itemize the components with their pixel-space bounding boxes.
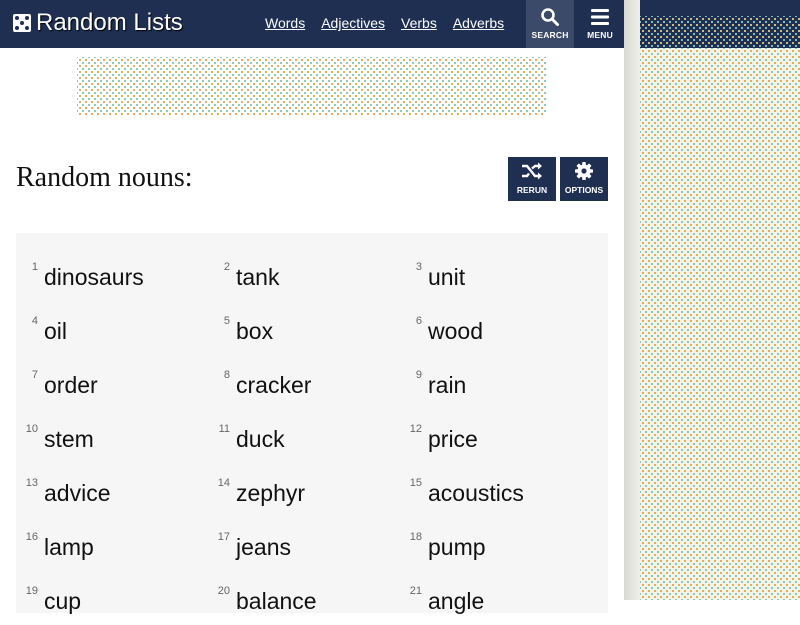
item-word: acoustics xyxy=(428,480,524,506)
item-word: balance xyxy=(236,588,317,614)
item-number: 5 xyxy=(223,315,230,327)
item-number: 1 xyxy=(31,261,38,273)
item-number: 18 xyxy=(409,531,422,543)
options-label: OPTIONS xyxy=(564,185,604,195)
item-word: oil xyxy=(44,318,68,344)
top-bar: Random Lists Words Adjectives Verbs Adve… xyxy=(0,0,624,48)
site-logo[interactable]: Random Lists xyxy=(13,9,183,37)
item-word: unit xyxy=(428,264,466,290)
item-number: 3 xyxy=(415,261,422,273)
rerun-button[interactable]: RERUN xyxy=(508,157,556,201)
side-ad-pattern xyxy=(640,48,800,600)
nav-adjectives-link[interactable]: Adjectives xyxy=(321,15,385,31)
item-number: 14 xyxy=(217,477,230,489)
item-word: stem xyxy=(44,426,94,452)
top-ad-banner[interactable] xyxy=(77,57,546,116)
dice-icon xyxy=(13,14,31,32)
nouns-list: 1 dinosaurs 2 tank 3 unit 4 oil 5 box 6 wood 7 order 8… xyxy=(16,233,608,614)
item-number: 4 xyxy=(31,315,38,327)
item-word: rain xyxy=(428,372,467,398)
options-button[interactable]: OPTIONS xyxy=(560,157,608,201)
item-word: wood xyxy=(428,318,483,344)
item-number: 2 xyxy=(223,261,230,273)
item-word: advice xyxy=(44,480,111,506)
item-word: price xyxy=(428,426,478,452)
item-word: box xyxy=(236,318,274,344)
menu-icon xyxy=(591,9,609,25)
sidebar-divider xyxy=(624,0,640,600)
item-number: 20 xyxy=(217,585,230,597)
menu-label: MENU xyxy=(587,30,613,40)
item-word: pump xyxy=(428,534,486,560)
item-number: 13 xyxy=(25,477,38,489)
side-ad[interactable] xyxy=(640,0,800,600)
item-word: order xyxy=(44,372,98,398)
item-word: cup xyxy=(44,588,82,614)
item-number: 21 xyxy=(409,585,422,597)
item-word: zephyr xyxy=(236,480,306,506)
page-title: Random nouns: xyxy=(16,162,193,193)
item-word: dinosaurs xyxy=(44,264,144,290)
item-number: 6 xyxy=(415,315,422,327)
nav-verbs-link[interactable]: Verbs xyxy=(401,15,437,31)
nav-words-link[interactable]: Words xyxy=(265,15,305,31)
main-nav: Words Adjectives Verbs Adverbs xyxy=(265,15,520,31)
item-number: 8 xyxy=(223,369,230,381)
item-word: tank xyxy=(236,264,280,290)
shuffle-icon xyxy=(522,162,542,180)
item-word: cracker xyxy=(236,372,312,398)
item-number: 9 xyxy=(415,369,422,381)
search-label: SEARCH xyxy=(531,30,569,40)
search-button[interactable]: SEARCH xyxy=(526,0,574,48)
item-word: lamp xyxy=(44,534,94,560)
rerun-label: RERUN xyxy=(516,185,548,195)
item-number: 10 xyxy=(25,423,38,435)
item-word: angle xyxy=(428,588,485,614)
item-number: 17 xyxy=(217,531,230,543)
menu-button[interactable]: MENU xyxy=(576,0,624,48)
item-word: duck xyxy=(236,426,285,452)
nav-adverbs-link[interactable]: Adverbs xyxy=(453,15,504,31)
item-number: 7 xyxy=(31,369,38,381)
site-title: Random Lists xyxy=(36,9,183,36)
gear-icon xyxy=(575,162,593,180)
side-ad-header xyxy=(640,0,800,48)
search-icon xyxy=(541,8,559,26)
item-number: 16 xyxy=(25,531,38,543)
item-number: 12 xyxy=(409,423,422,435)
item-word: jeans xyxy=(236,534,291,560)
item-number: 15 xyxy=(409,477,422,489)
item-number: 11 xyxy=(218,423,230,435)
item-number: 19 xyxy=(25,585,38,597)
